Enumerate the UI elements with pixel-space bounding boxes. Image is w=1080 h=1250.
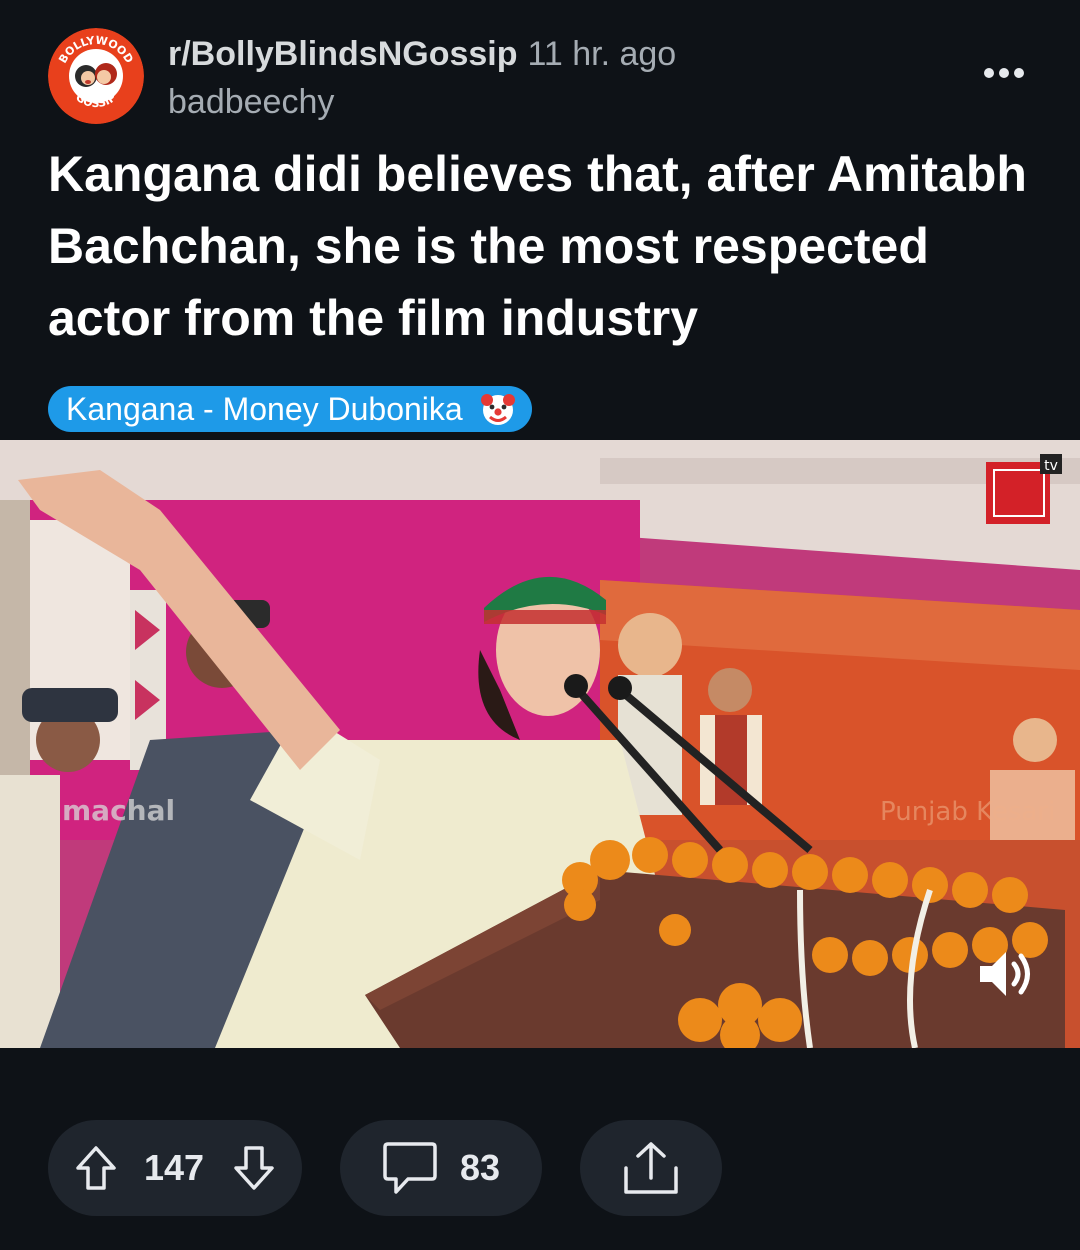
clown-face-icon (478, 389, 518, 429)
comment-bubble-icon (382, 1140, 438, 1203)
subreddit-avatar[interactable]: BOLLYWOOD GOSSIP (48, 28, 144, 124)
channel-badge: tv (1044, 458, 1058, 474)
video-watermark: machal (62, 794, 175, 827)
author-name[interactable]: badbeechy (168, 82, 676, 122)
vote-control: 147 (48, 1120, 302, 1216)
post-header: BOLLYWOOD GOSSIP r/BollyBlindsNGossip 11 … (48, 28, 1032, 132)
share-button[interactable] (580, 1120, 722, 1216)
share-icon (622, 1140, 680, 1201)
post-title[interactable]: Kangana didi believes that, after Amitab… (48, 138, 1038, 354)
post-action-bar: 147 83 (48, 1120, 1032, 1216)
more-options-icon[interactable] (984, 64, 1024, 80)
post-time: 11 hr. ago (527, 35, 677, 73)
comment-count: 83 (460, 1147, 501, 1188)
post-video[interactable]: tv machal Punjab Kesari (0, 440, 1080, 1048)
upvote-count: 147 (144, 1147, 205, 1188)
subreddit-name[interactable]: r/BollyBlindsNGossip (168, 35, 518, 73)
post-flair[interactable]: Kangana - Money Dubonika (48, 386, 532, 432)
speaker-icon[interactable] (976, 946, 1040, 1002)
arrow-down-icon[interactable] (232, 1144, 276, 1197)
post-meta: r/BollyBlindsNGossip 11 hr. ago badbeechy (168, 34, 676, 122)
video-banner-text: Punjab Kesari (880, 797, 1055, 827)
flair-text: Kangana - Money Dubonika (66, 391, 463, 427)
arrow-up-icon[interactable] (74, 1144, 118, 1197)
comments-button[interactable]: 83 (340, 1120, 542, 1216)
